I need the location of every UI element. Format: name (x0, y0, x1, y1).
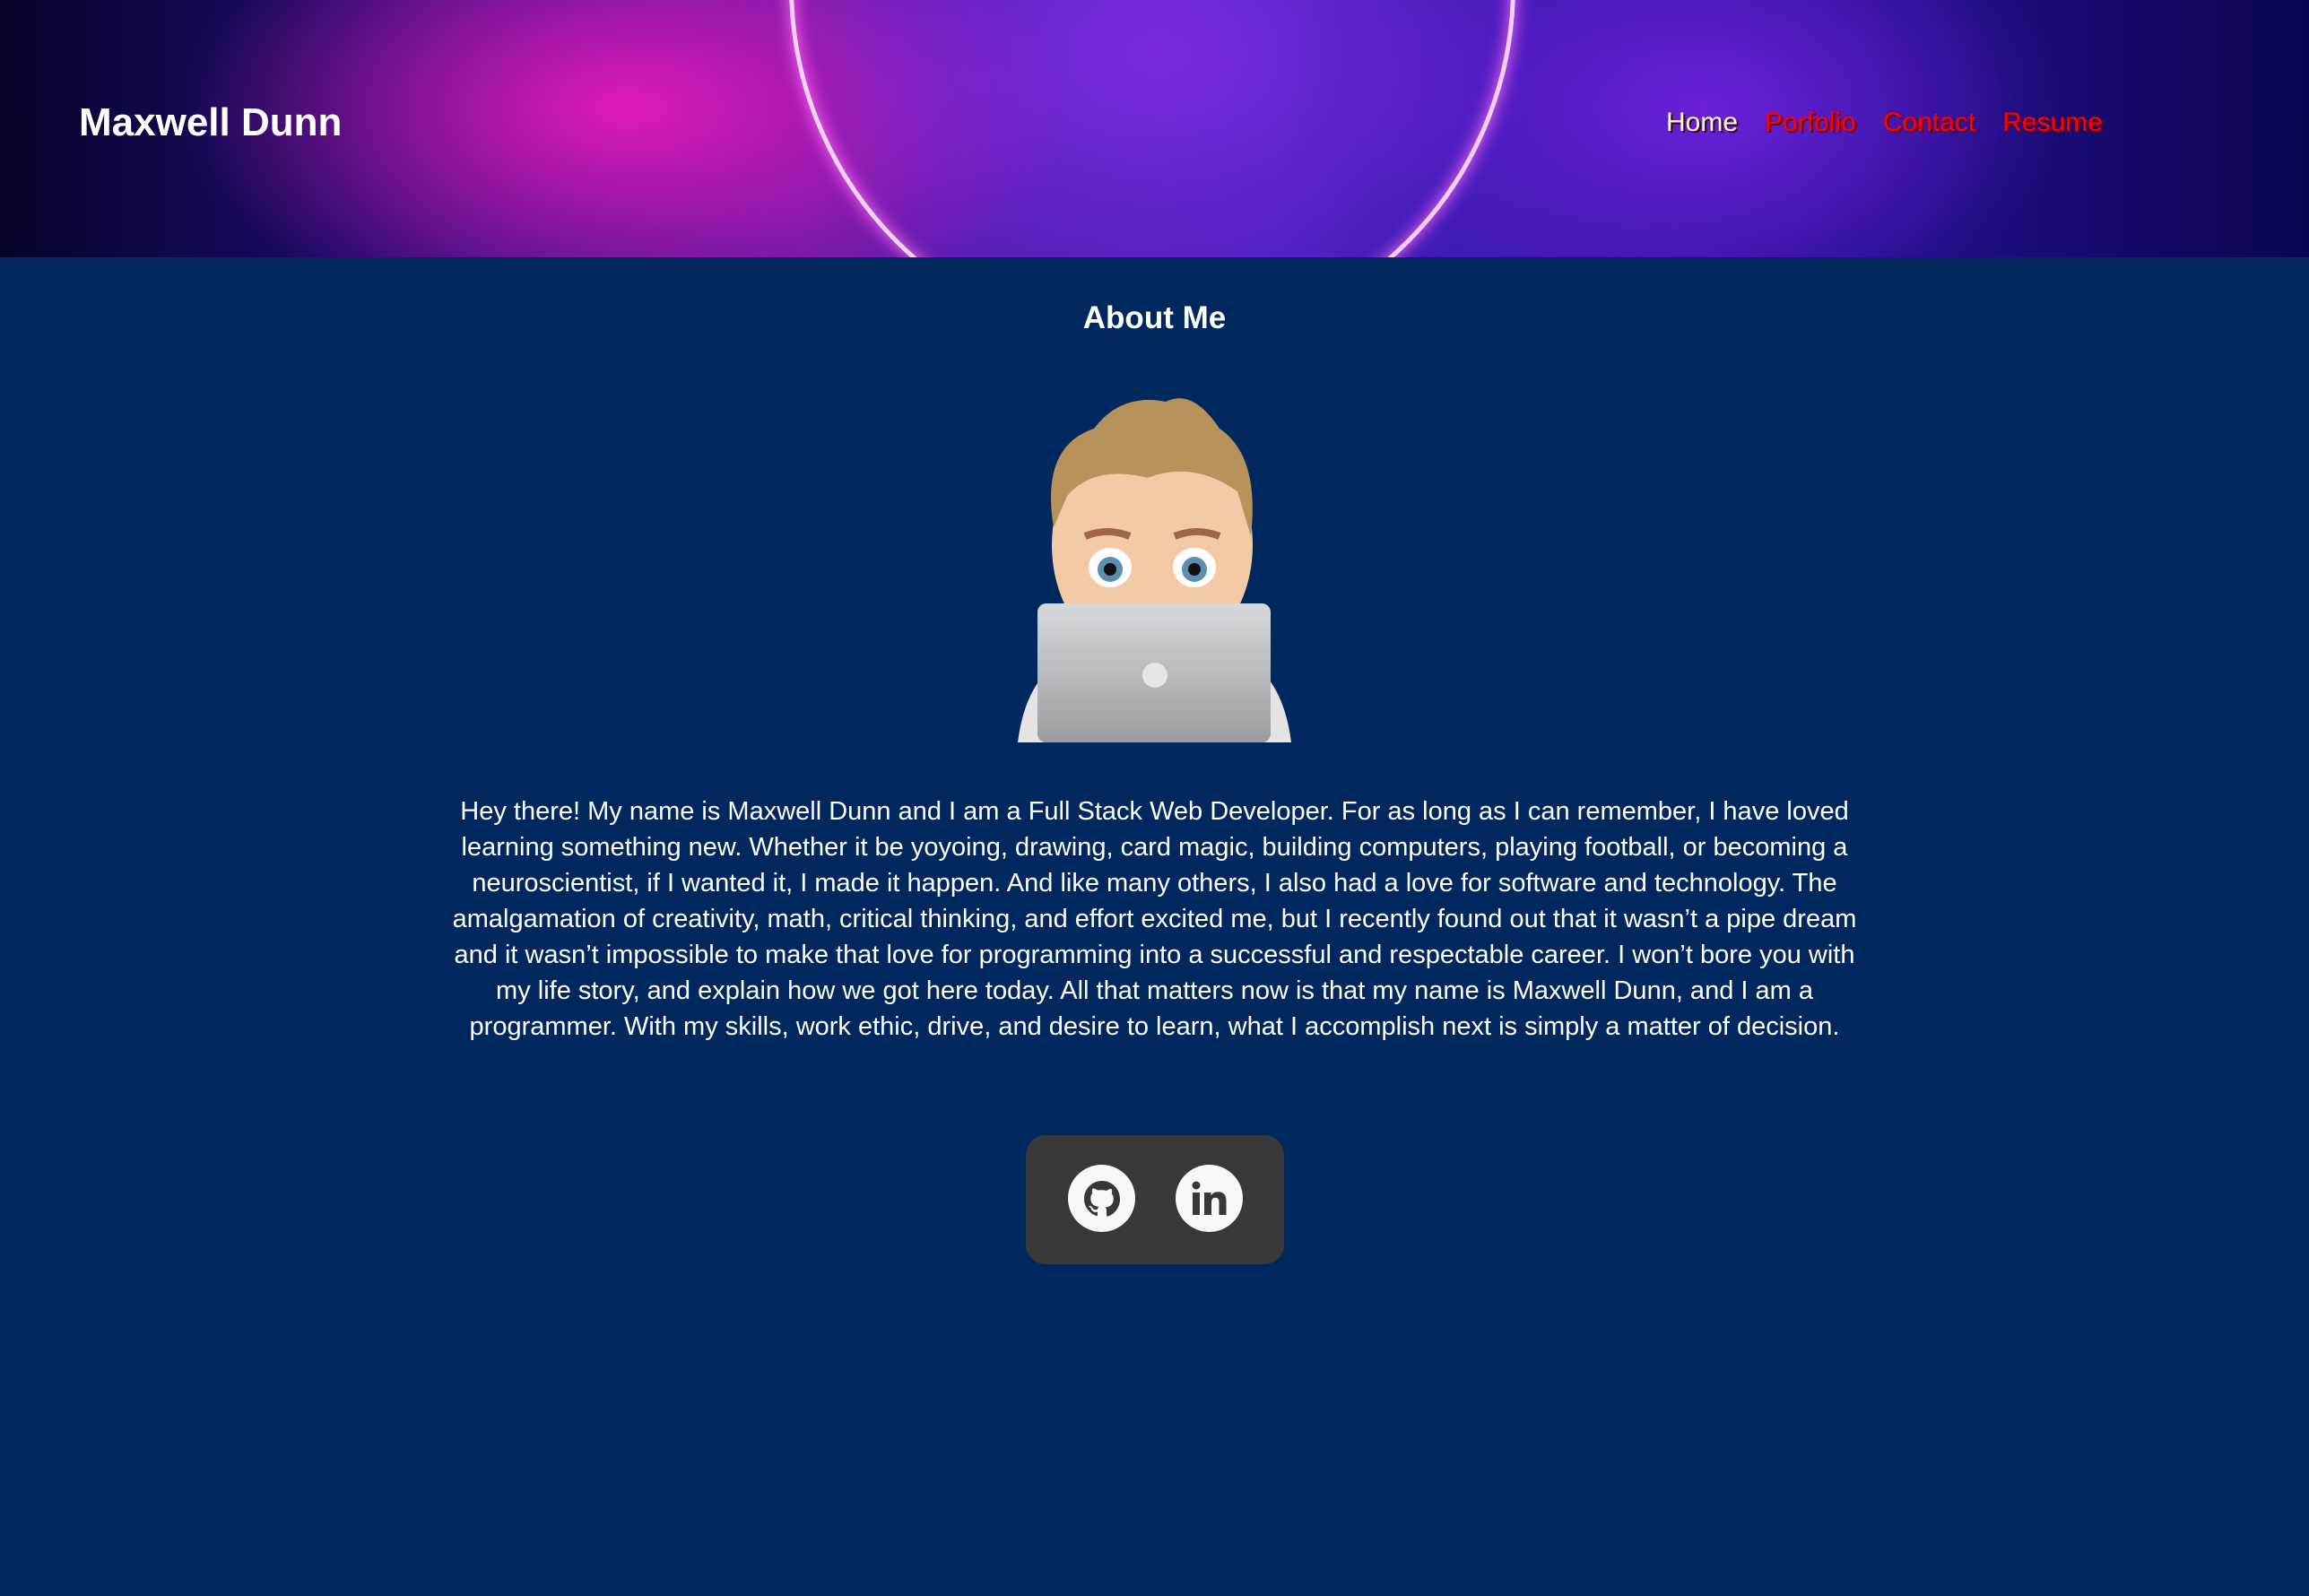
nav-contact[interactable]: Contact (1883, 108, 1975, 138)
nav-home[interactable]: Home (1666, 108, 1738, 138)
nav-resume[interactable]: Resume (2002, 108, 2103, 138)
nav-portfolio[interactable]: Porfolio (1765, 108, 1856, 138)
github-link[interactable] (1068, 1165, 1135, 1232)
neon-ring-decoration (789, 0, 1515, 257)
linkedin-icon (1192, 1181, 1226, 1215)
page-title: About Me (1082, 300, 1227, 335)
main-nav: Home Porfolio Contact Resume (1666, 108, 2103, 138)
header-banner: Maxwell Dunn Home Porfolio Contact Resum… (0, 0, 2309, 257)
bio-paragraph: Hey there! My name is Maxwell Dunn and I… (452, 797, 1857, 1041)
social-links (1026, 1135, 1284, 1264)
linkedin-link[interactable] (1176, 1165, 1243, 1232)
github-icon (1083, 1180, 1120, 1217)
site-title[interactable]: Maxwell Dunn (79, 100, 342, 145)
avatar (1018, 398, 1291, 742)
